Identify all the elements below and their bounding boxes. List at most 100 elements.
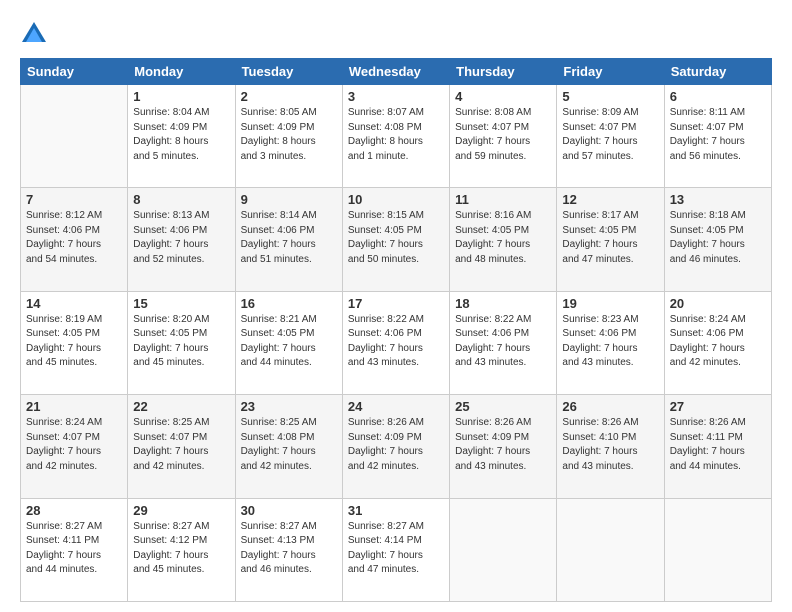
- calendar-cell: 2 Sunrise: 8:05 AMSunset: 4:09 PMDaylight…: [235, 85, 342, 188]
- day-info: Sunrise: 8:24 AMSunset: 4:06 PMDaylight:…: [670, 313, 766, 371]
- calendar-cell: 9 Sunrise: 8:14 AMSunset: 4:06 PMDaylight…: [235, 188, 342, 291]
- logo: [20, 20, 52, 48]
- calendar-cell: 15 Sunrise: 8:20 AMSunset: 4:05 PMDayligh…: [128, 291, 235, 394]
- day-info: Sunrise: 8:26 AMSunset: 4:09 PMDaylight:…: [455, 416, 551, 474]
- calendar-cell: 26 Sunrise: 8:26 AMSunset: 4:10 PMDayligh…: [557, 395, 664, 498]
- calendar-cell: 13 Sunrise: 8:18 AMSunset: 4:05 PMDayligh…: [664, 188, 771, 291]
- day-number: 2: [241, 89, 337, 104]
- day-number: 30: [241, 503, 337, 518]
- day-number: 26: [562, 399, 658, 414]
- day-number: 24: [348, 399, 444, 414]
- day-info: Sunrise: 8:22 AMSunset: 4:06 PMDaylight:…: [455, 313, 551, 371]
- col-header-monday: Monday: [128, 59, 235, 85]
- day-info: Sunrise: 8:23 AMSunset: 4:06 PMDaylight:…: [562, 313, 658, 371]
- day-info: Sunrise: 8:26 AMSunset: 4:10 PMDaylight:…: [562, 416, 658, 474]
- day-number: 23: [241, 399, 337, 414]
- day-info: Sunrise: 8:21 AMSunset: 4:05 PMDaylight:…: [241, 313, 337, 371]
- day-number: 19: [562, 296, 658, 311]
- calendar-cell: 14 Sunrise: 8:19 AMSunset: 4:05 PMDayligh…: [21, 291, 128, 394]
- day-info: Sunrise: 8:04 AMSunset: 4:09 PMDaylight:…: [133, 106, 229, 164]
- day-info: Sunrise: 8:08 AMSunset: 4:07 PMDaylight:…: [455, 106, 551, 164]
- calendar-cell: 5Sunrise: 8:09 AMSunset: 4:07 PMDaylight…: [557, 85, 664, 188]
- calendar-cell: 28 Sunrise: 8:27 AMSunset: 4:11 PMDayligh…: [21, 498, 128, 601]
- day-number: 25: [455, 399, 551, 414]
- day-info: Sunrise: 8:24 AMSunset: 4:07 PMDaylight:…: [26, 416, 122, 474]
- day-number: 20: [670, 296, 766, 311]
- col-header-thursday: Thursday: [450, 59, 557, 85]
- calendar-cell: 21 Sunrise: 8:24 AMSunset: 4:07 PMDayligh…: [21, 395, 128, 498]
- calendar-cell: 6Sunrise: 8:11 AMSunset: 4:07 PMDaylight…: [664, 85, 771, 188]
- day-info: Sunrise: 8:25 AMSunset: 4:08 PMDaylight:…: [241, 416, 337, 474]
- day-number: 3: [348, 89, 444, 104]
- day-info: Sunrise: 8:27 AMSunset: 4:11 PMDaylight:…: [26, 520, 122, 578]
- day-info: Sunrise: 8:16 AMSunset: 4:05 PMDaylight:…: [455, 209, 551, 267]
- calendar-week-row: 21 Sunrise: 8:24 AMSunset: 4:07 PMDayligh…: [21, 395, 772, 498]
- calendar-cell: 25 Sunrise: 8:26 AMSunset: 4:09 PMDayligh…: [450, 395, 557, 498]
- header: [20, 20, 772, 48]
- day-info: Sunrise: 8:19 AMSunset: 4:05 PMDaylight:…: [26, 313, 122, 371]
- calendar-cell: 11 Sunrise: 8:16 AMSunset: 4:05 PMDayligh…: [450, 188, 557, 291]
- day-number: 9: [241, 192, 337, 207]
- day-number: 4: [455, 89, 551, 104]
- day-number: 1: [133, 89, 229, 104]
- day-info: Sunrise: 8:14 AMSunset: 4:06 PMDaylight:…: [241, 209, 337, 267]
- calendar-cell: 8Sunrise: 8:13 AMSunset: 4:06 PMDaylight…: [128, 188, 235, 291]
- calendar-cell: 1 Sunrise: 8:04 AMSunset: 4:09 PMDaylight…: [128, 85, 235, 188]
- day-number: 13: [670, 192, 766, 207]
- calendar-cell: 3 Sunrise: 8:07 AMSunset: 4:08 PMDaylight…: [342, 85, 449, 188]
- calendar-cell: 16 Sunrise: 8:21 AMSunset: 4:05 PMDayligh…: [235, 291, 342, 394]
- calendar-table: SundayMondayTuesdayWednesdayThursdayFrid…: [20, 58, 772, 602]
- day-info: Sunrise: 8:27 AMSunset: 4:12 PMDaylight:…: [133, 520, 229, 578]
- day-info: Sunrise: 8:09 AMSunset: 4:07 PMDaylight:…: [562, 106, 658, 164]
- col-header-friday: Friday: [557, 59, 664, 85]
- day-number: 6: [670, 89, 766, 104]
- day-info: Sunrise: 8:26 AMSunset: 4:11 PMDaylight:…: [670, 416, 766, 474]
- day-info: Sunrise: 8:27 AMSunset: 4:14 PMDaylight:…: [348, 520, 444, 578]
- day-info: Sunrise: 8:20 AMSunset: 4:05 PMDaylight:…: [133, 313, 229, 371]
- calendar-cell: 31 Sunrise: 8:27 AMSunset: 4:14 PMDayligh…: [342, 498, 449, 601]
- calendar-cell: 10 Sunrise: 8:15 AMSunset: 4:05 PMDayligh…: [342, 188, 449, 291]
- day-number: 16: [241, 296, 337, 311]
- calendar-cell: 20 Sunrise: 8:24 AMSunset: 4:06 PMDayligh…: [664, 291, 771, 394]
- calendar-cell: 17Sunrise: 8:22 AMSunset: 4:06 PMDayligh…: [342, 291, 449, 394]
- day-number: 14: [26, 296, 122, 311]
- day-number: 15: [133, 296, 229, 311]
- calendar-header-row: SundayMondayTuesdayWednesdayThursdayFrid…: [21, 59, 772, 85]
- day-number: 12: [562, 192, 658, 207]
- day-info: Sunrise: 8:18 AMSunset: 4:05 PMDaylight:…: [670, 209, 766, 267]
- day-info: Sunrise: 8:05 AMSunset: 4:09 PMDaylight:…: [241, 106, 337, 164]
- day-number: 22: [133, 399, 229, 414]
- calendar-week-row: 7 Sunrise: 8:12 AMSunset: 4:06 PMDaylight…: [21, 188, 772, 291]
- day-info: Sunrise: 8:22 AMSunset: 4:06 PMDaylight:…: [348, 313, 444, 371]
- page: SundayMondayTuesdayWednesdayThursdayFrid…: [0, 0, 792, 612]
- calendar-cell: 27 Sunrise: 8:26 AMSunset: 4:11 PMDayligh…: [664, 395, 771, 498]
- calendar-cell: 30Sunrise: 8:27 AMSunset: 4:13 PMDayligh…: [235, 498, 342, 601]
- calendar-cell: 12 Sunrise: 8:17 AMSunset: 4:05 PMDayligh…: [557, 188, 664, 291]
- calendar-week-row: 28 Sunrise: 8:27 AMSunset: 4:11 PMDayligh…: [21, 498, 772, 601]
- calendar-cell: [450, 498, 557, 601]
- day-number: 10: [348, 192, 444, 207]
- calendar-week-row: 14 Sunrise: 8:19 AMSunset: 4:05 PMDayligh…: [21, 291, 772, 394]
- day-info: Sunrise: 8:12 AMSunset: 4:06 PMDaylight:…: [26, 209, 122, 267]
- col-header-saturday: Saturday: [664, 59, 771, 85]
- day-info: Sunrise: 8:17 AMSunset: 4:05 PMDaylight:…: [562, 209, 658, 267]
- calendar-cell: 24Sunrise: 8:26 AMSunset: 4:09 PMDayligh…: [342, 395, 449, 498]
- col-header-sunday: Sunday: [21, 59, 128, 85]
- day-info: Sunrise: 8:07 AMSunset: 4:08 PMDaylight:…: [348, 106, 444, 164]
- day-number: 31: [348, 503, 444, 518]
- calendar-cell: [664, 498, 771, 601]
- day-number: 11: [455, 192, 551, 207]
- calendar-cell: 23 Sunrise: 8:25 AMSunset: 4:08 PMDayligh…: [235, 395, 342, 498]
- calendar-cell: 19 Sunrise: 8:23 AMSunset: 4:06 PMDayligh…: [557, 291, 664, 394]
- day-info: Sunrise: 8:13 AMSunset: 4:06 PMDaylight:…: [133, 209, 229, 267]
- day-info: Sunrise: 8:15 AMSunset: 4:05 PMDaylight:…: [348, 209, 444, 267]
- day-number: 28: [26, 503, 122, 518]
- day-number: 29: [133, 503, 229, 518]
- day-number: 21: [26, 399, 122, 414]
- calendar-cell: 22 Sunrise: 8:25 AMSunset: 4:07 PMDayligh…: [128, 395, 235, 498]
- day-number: 27: [670, 399, 766, 414]
- day-number: 7: [26, 192, 122, 207]
- col-header-tuesday: Tuesday: [235, 59, 342, 85]
- calendar-cell: 7 Sunrise: 8:12 AMSunset: 4:06 PMDaylight…: [21, 188, 128, 291]
- day-info: Sunrise: 8:25 AMSunset: 4:07 PMDaylight:…: [133, 416, 229, 474]
